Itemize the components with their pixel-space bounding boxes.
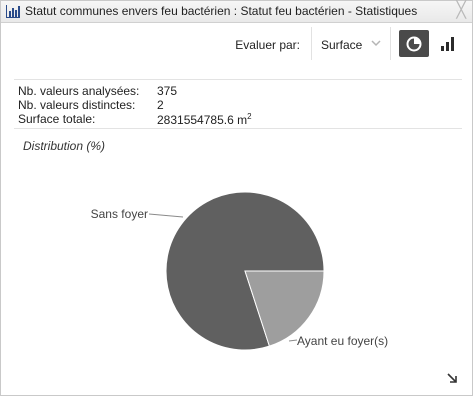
label-sans-foyer: Sans foyer <box>91 207 148 221</box>
window-title: Statut communes envers feu bactérien : S… <box>25 4 418 18</box>
statistics-window: Statut communes envers feu bactérien : S… <box>0 0 473 396</box>
title-bar[interactable]: Statut communes envers feu bactérien : S… <box>1 1 472 23</box>
leader-line-ayant-eu-foyer <box>288 339 298 342</box>
stat-value: 2831554785.6 m2 <box>157 112 252 127</box>
toolbar: Evaluer par: Surface <box>166 27 466 61</box>
stat-value: 375 <box>157 84 178 98</box>
label-ayant-eu-foyer: Ayant eu foyer(s) <box>297 334 388 348</box>
stat-value-text: 2831554785.6 m <box>157 113 248 127</box>
evaluate-by-select[interactable]: Surface <box>311 27 391 60</box>
resize-handle-icon[interactable] <box>446 372 458 384</box>
evaluate-by-value: Surface <box>321 38 363 52</box>
evaluate-by-label: Evaluer par: <box>235 38 300 52</box>
stat-value: 2 <box>157 98 164 112</box>
chart-icon <box>6 5 20 18</box>
stat-key: Nb. valeurs distinctes: <box>18 98 136 112</box>
unit-superscript: 2 <box>247 112 252 121</box>
divider <box>14 79 462 80</box>
bar-chart-icon <box>441 37 454 51</box>
pie-chart: Sans foyer Ayant eu foyer(s) <box>91 191 388 351</box>
bar-chart-button[interactable] <box>433 30 463 57</box>
chevron-down-icon <box>371 40 381 47</box>
stat-key: Nb. valeurs analysées: <box>18 84 140 98</box>
pie-chart-icon <box>406 36 422 52</box>
divider <box>14 128 462 129</box>
close-icon[interactable]: ╳ <box>456 2 466 20</box>
leader-line-sans-foyer <box>148 213 184 218</box>
stat-key: Surface totale: <box>18 112 96 126</box>
pie-chart-button[interactable] <box>399 30 429 57</box>
